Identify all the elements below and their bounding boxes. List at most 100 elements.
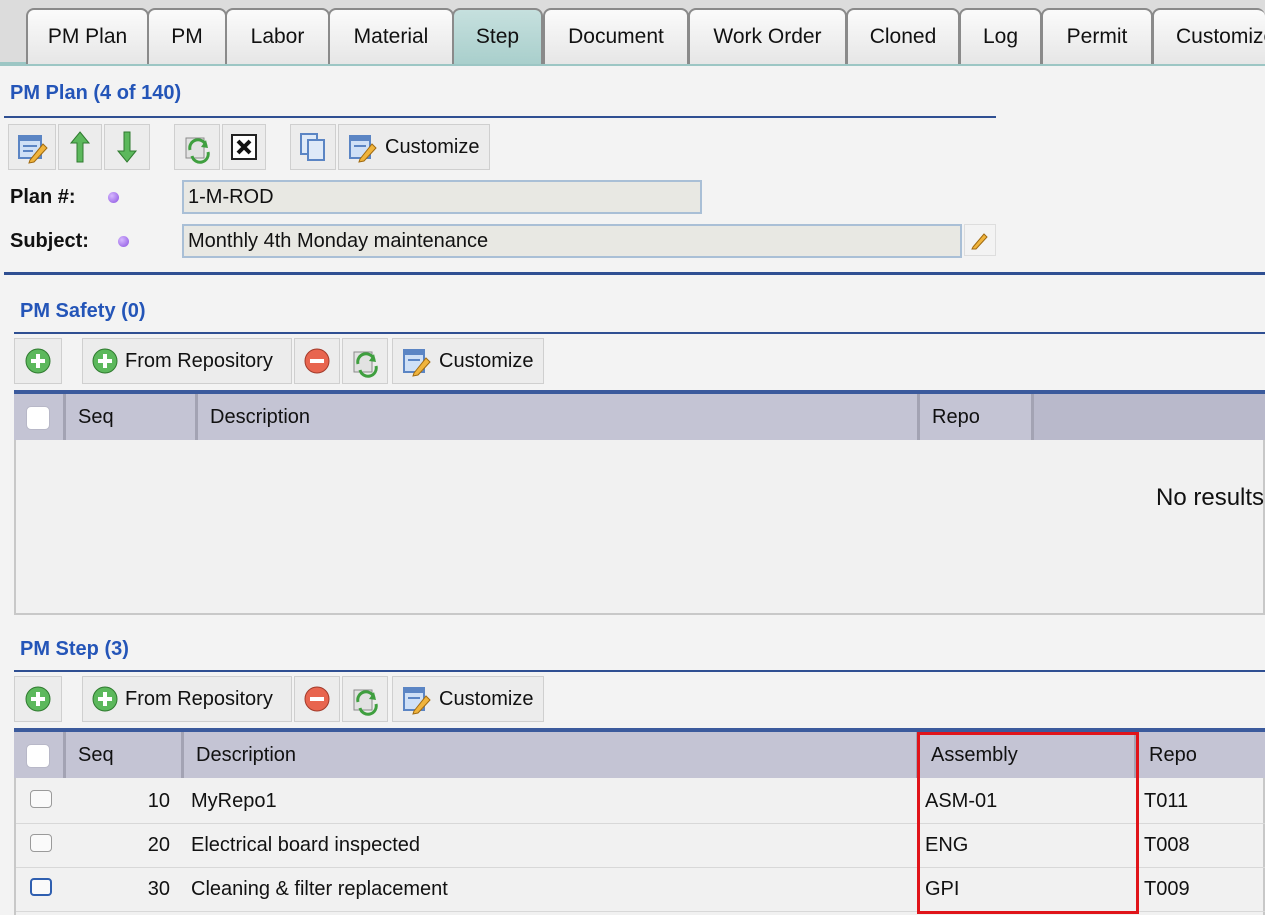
refresh-button[interactable] [174,124,220,170]
safety-refresh-button[interactable] [342,338,388,384]
safety-grid-body: No results [14,440,1265,615]
remove-icon [304,686,330,712]
row-checkbox[interactable] [30,878,52,896]
safety-empty-message: No results [1156,484,1265,511]
tab-step[interactable]: Step [452,8,543,64]
copy-button[interactable] [290,124,336,170]
safety-from-repository-label: From Repository [125,349,273,372]
table-row[interactable]: 10 MyRepo1 ASM-01 T011 [16,780,1265,824]
refresh-icon [353,351,378,378]
arrow-down-icon [116,131,138,163]
step-customize-button[interactable]: Customize [392,676,544,722]
row-repo: T011 [1144,790,1189,812]
tab-pm[interactable]: PM [147,8,227,64]
add-icon [25,686,51,712]
step-title: PM Step (3) [20,638,129,660]
plan-number-input[interactable] [182,180,702,214]
row-checkbox[interactable] [30,790,52,808]
safety-title-divider [14,332,1265,334]
safety-customize-label: Customize [439,349,534,372]
safety-from-repository-button[interactable]: From Repository [82,338,292,384]
step-col-description[interactable]: Description [184,732,919,778]
table-row[interactable]: 20 Electrical board inspected ENG T008 [16,824,1265,868]
step-col-repo[interactable]: Repo [1137,732,1265,778]
row-repo: T008 [1144,834,1190,856]
step-add-button[interactable] [14,676,62,722]
refresh-icon [185,137,210,164]
previous-record-button[interactable] [58,124,102,170]
tab-material[interactable]: Material [328,8,454,64]
row-seq: 20 [147,834,170,856]
row-seq: 10 [147,790,170,812]
safety-grid-header: Seq Description Repo [14,390,1265,440]
plan-title-divider [4,116,996,118]
safety-select-all-cell[interactable] [14,394,66,440]
safety-header-filler [1034,394,1265,440]
step-col-seq[interactable]: Seq [66,732,184,778]
safety-title: PM Safety (0) [20,300,146,322]
subject-edit-button[interactable] [964,224,996,256]
add-icon [92,348,118,374]
pencil-icon [971,233,988,250]
step-select-all-checkbox[interactable] [26,744,50,768]
step-remove-button[interactable] [294,676,340,722]
row-description: MyRepo1 [191,790,277,812]
step-title-divider [14,670,1265,672]
row-description: Electrical board inspected [191,834,421,856]
table-row[interactable]: 30 Cleaning & filter replacement GPI T00… [16,868,1265,912]
step-grid-header: Seq Description Assembly Repo [14,728,1265,778]
tab-customize[interactable]: Customize [1152,8,1265,64]
subject-input[interactable] [182,224,962,258]
edit-button[interactable] [8,124,56,170]
required-indicator-icon [108,192,119,203]
customize-icon [403,349,431,377]
row-repo: T009 [1144,878,1190,900]
step-from-repository-button[interactable]: From Repository [82,676,292,722]
tab-document[interactable]: Document [543,8,689,64]
step-grid-body: 10 MyRepo1 ASM-01 T011 20 Electrical boa… [14,778,1265,915]
tab-log[interactable]: Log [959,8,1042,64]
plan-title: PM Plan (4 of 140) [10,82,182,104]
subject-label: Subject: [10,230,89,252]
safety-col-seq[interactable]: Seq [66,394,198,440]
add-icon [92,686,118,712]
safety-remove-button[interactable] [294,338,340,384]
tab-permit[interactable]: Permit [1041,8,1153,64]
step-col-assembly[interactable]: Assembly [919,732,1137,778]
required-indicator-icon [118,236,129,247]
row-checkbox[interactable] [30,834,52,852]
tab-bar: PM Plan PM Labor Material Step Document … [0,0,1265,66]
safety-add-button[interactable] [14,338,62,384]
tab-pm-plan[interactable]: PM Plan [26,8,149,64]
close-icon [231,134,257,160]
arrow-up-icon [69,131,91,163]
safety-customize-button[interactable]: Customize [392,338,544,384]
next-record-button[interactable] [104,124,150,170]
step-customize-label: Customize [439,687,534,710]
copy-icon [300,133,325,161]
close-button[interactable] [222,124,266,170]
plan-customize-label: Customize [385,135,480,158]
step-refresh-button[interactable] [342,676,388,722]
tab-cloned[interactable]: Cloned [846,8,960,64]
safety-col-description[interactable]: Description [198,394,920,440]
row-assembly: ASM-01 [925,790,998,812]
customize-icon [349,135,377,163]
row-seq: 30 [147,878,170,900]
safety-col-repo[interactable]: Repo [920,394,1034,440]
plan-customize-button[interactable]: Customize [338,124,490,170]
step-select-all-cell[interactable] [14,732,66,778]
row-assembly: GPI [925,878,960,900]
tab-work-order[interactable]: Work Order [688,8,847,64]
plan-number-label: Plan #: [10,186,76,208]
row-description: Cleaning & filter replacement [191,878,448,900]
tab-labor[interactable]: Labor [225,8,330,64]
step-from-repository-label: From Repository [125,687,273,710]
plan-section-divider [4,272,1265,275]
safety-select-all-checkbox[interactable] [26,406,50,430]
add-icon [25,348,51,374]
customize-icon [403,687,431,715]
remove-icon [304,348,330,374]
refresh-icon [353,689,378,716]
edit-form-icon [18,135,48,164]
